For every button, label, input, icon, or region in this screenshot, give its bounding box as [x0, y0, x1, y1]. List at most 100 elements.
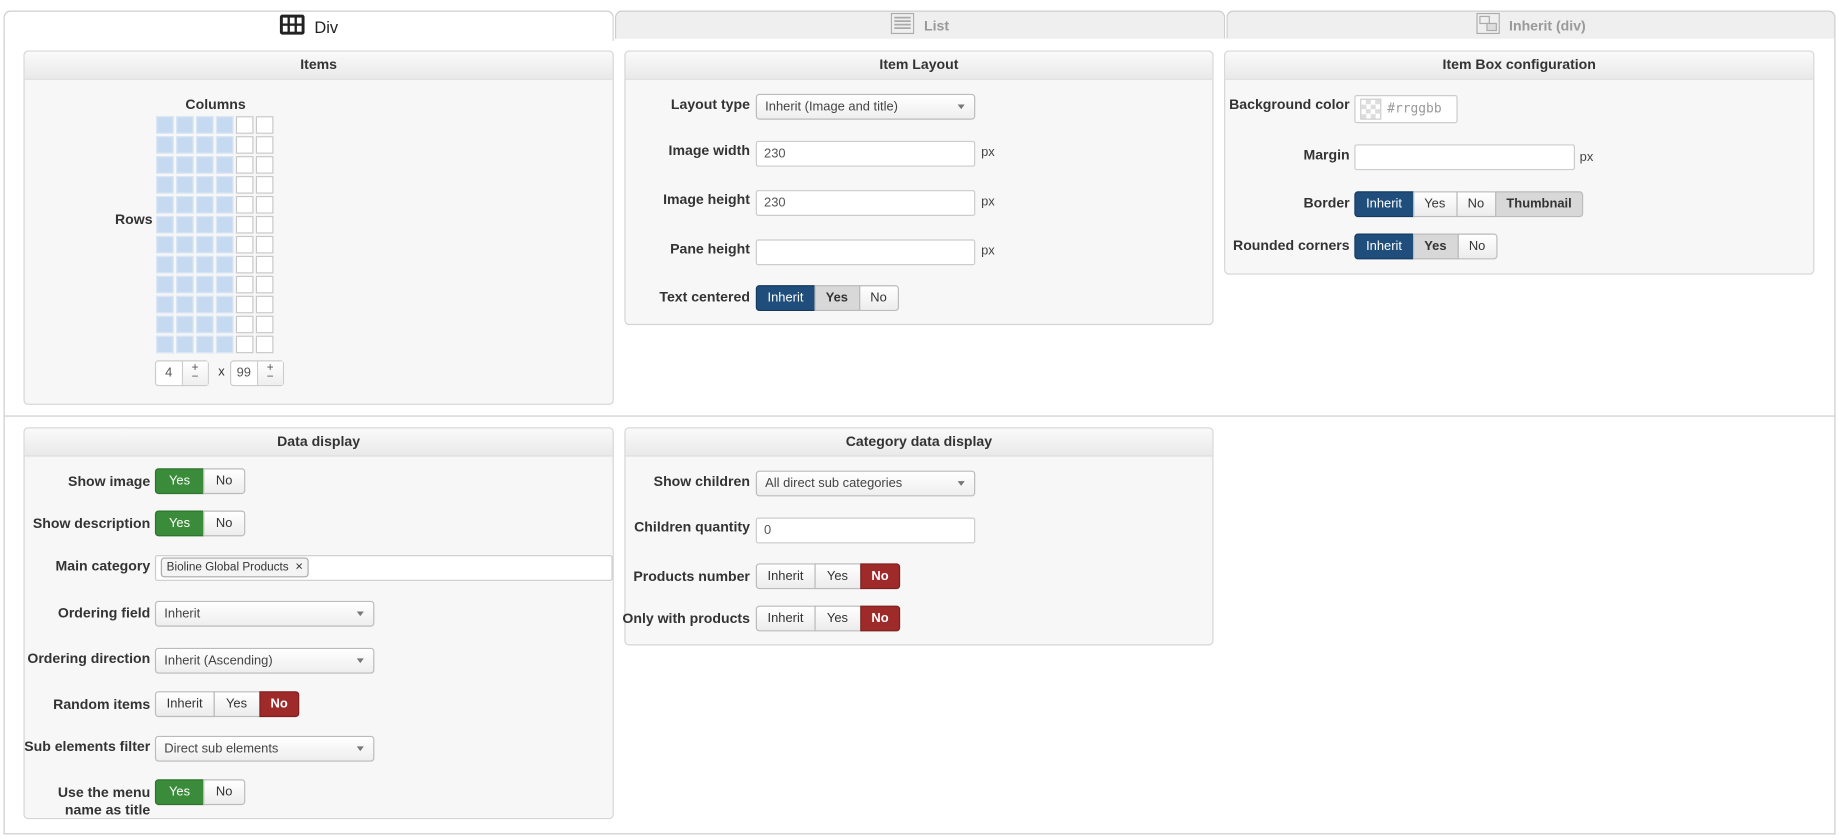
grid-cell[interactable]: [235, 195, 254, 214]
random-items-yes-button[interactable]: Yes: [213, 691, 260, 718]
bg-color-input[interactable]: #rrggbb: [1354, 95, 1458, 124]
grid-cell[interactable]: [195, 255, 214, 274]
minus-icon[interactable]: −: [192, 371, 199, 384]
random-items-inherit-button[interactable]: Inherit: [154, 691, 215, 718]
grid-cell[interactable]: [235, 255, 254, 274]
rounded-yes-button[interactable]: Yes: [1412, 233, 1459, 260]
image-height-input[interactable]: 230: [755, 190, 976, 216]
grid-cell[interactable]: [156, 275, 174, 294]
grid-cell[interactable]: [255, 176, 274, 194]
grid-cell[interactable]: [195, 215, 214, 234]
grid-cell[interactable]: [255, 295, 274, 314]
grid-cell[interactable]: [255, 136, 274, 154]
grid-cell[interactable]: [235, 116, 254, 134]
grid-cell[interactable]: [156, 315, 174, 334]
tab-list[interactable]: List: [614, 10, 1226, 39]
rows-stepper[interactable]: 99 + −: [230, 360, 285, 387]
grid-cell[interactable]: [215, 275, 234, 294]
grid-cell[interactable]: [176, 255, 194, 274]
products-number-yes-button[interactable]: Yes: [813, 563, 861, 590]
grid-cell[interactable]: [215, 295, 234, 314]
random-items-no-button[interactable]: No: [258, 691, 300, 718]
menu-title-yes-button[interactable]: Yes: [154, 779, 205, 806]
grid-cell[interactable]: [176, 195, 194, 214]
grid-cell[interactable]: [176, 136, 194, 154]
grid-cell[interactable]: [176, 235, 194, 254]
grid-cell[interactable]: [215, 255, 234, 274]
only-products-yes-button[interactable]: Yes: [813, 605, 861, 632]
image-width-input[interactable]: 230: [755, 140, 976, 167]
grid-cell[interactable]: [195, 195, 214, 214]
border-thumbnail-button[interactable]: Thumbnail: [1494, 191, 1584, 218]
grid-cell[interactable]: [156, 176, 174, 194]
border-yes-button[interactable]: Yes: [1412, 191, 1458, 218]
grid-cell[interactable]: [176, 335, 194, 354]
columns-stepper[interactable]: 4 + −: [154, 360, 209, 387]
only-products-no-button[interactable]: No: [859, 605, 901, 632]
grid-cell[interactable]: [255, 255, 274, 274]
products-number-inherit-button[interactable]: Inherit: [755, 563, 816, 590]
grid-cell[interactable]: [255, 315, 274, 334]
grid-cell[interactable]: [176, 315, 194, 334]
columns-plus-minus[interactable]: + −: [182, 361, 208, 385]
grid-cell[interactable]: [195, 235, 214, 254]
pane-height-input[interactable]: [755, 239, 976, 266]
grid-cell[interactable]: [156, 136, 174, 154]
grid-cell[interactable]: [176, 156, 194, 174]
grid-cell[interactable]: [255, 215, 274, 234]
grid-cell[interactable]: [156, 215, 174, 234]
rounded-no-button[interactable]: No: [1457, 233, 1498, 260]
grid-cell[interactable]: [195, 295, 214, 314]
grid-cell[interactable]: [235, 275, 254, 294]
only-products-inherit-button[interactable]: Inherit: [755, 605, 816, 632]
grid-cell[interactable]: [195, 156, 214, 174]
text-centered-no-button[interactable]: No: [858, 285, 899, 312]
grid-cell[interactable]: [235, 295, 254, 314]
grid-cell[interactable]: [215, 335, 234, 354]
grid-cell[interactable]: [176, 215, 194, 234]
grid-cell[interactable]: [195, 116, 214, 134]
grid-cell[interactable]: [235, 176, 254, 194]
show-image-no-button[interactable]: No: [202, 468, 246, 495]
border-no-button[interactable]: No: [1455, 191, 1496, 218]
grid-cell[interactable]: [235, 315, 254, 334]
menu-title-no-button[interactable]: No: [202, 779, 246, 806]
grid-cell[interactable]: [215, 176, 234, 194]
grid-cell[interactable]: [195, 315, 214, 334]
ordering-direction-select[interactable]: Inherit (Ascending): [154, 647, 375, 674]
sub-filter-select[interactable]: Direct sub elements: [154, 735, 375, 762]
grid-cell[interactable]: [156, 335, 174, 354]
grid-cell[interactable]: [235, 215, 254, 234]
grid-cell[interactable]: [235, 136, 254, 154]
grid-cell[interactable]: [215, 215, 234, 234]
tab-div[interactable]: Div: [3, 10, 614, 42]
grid-cell[interactable]: [176, 116, 194, 134]
grid-cell[interactable]: [195, 335, 214, 354]
grid-cell[interactable]: [255, 116, 274, 134]
show-image-yes-button[interactable]: Yes: [154, 468, 205, 495]
products-number-no-button[interactable]: No: [859, 563, 901, 590]
border-inherit-button[interactable]: Inherit: [1354, 191, 1414, 218]
grid-cell[interactable]: [176, 176, 194, 194]
grid-cell[interactable]: [195, 275, 214, 294]
grid-cell[interactable]: [195, 176, 214, 194]
margin-input[interactable]: [1354, 144, 1575, 171]
grid-cell[interactable]: [215, 116, 234, 134]
rows-plus-minus[interactable]: + −: [257, 361, 283, 385]
tab-inherit[interactable]: Inherit (div): [1226, 10, 1836, 39]
rounded-inherit-button[interactable]: Inherit: [1354, 233, 1414, 260]
grid-cell[interactable]: [176, 295, 194, 314]
grid-cell[interactable]: [156, 295, 174, 314]
grid-cell[interactable]: [215, 136, 234, 154]
text-centered-yes-button[interactable]: Yes: [813, 285, 860, 312]
minus-icon[interactable]: −: [267, 371, 274, 384]
grid-cell[interactable]: [215, 235, 234, 254]
grid-cell[interactable]: [156, 195, 174, 214]
grid-cell[interactable]: [215, 156, 234, 174]
grid-cell[interactable]: [176, 275, 194, 294]
grid-cell[interactable]: [215, 315, 234, 334]
grid-cell[interactable]: [195, 136, 214, 154]
grid-cell[interactable]: [255, 235, 274, 254]
show-children-select[interactable]: All direct sub categories: [755, 470, 976, 497]
ordering-field-select[interactable]: Inherit: [154, 600, 375, 627]
